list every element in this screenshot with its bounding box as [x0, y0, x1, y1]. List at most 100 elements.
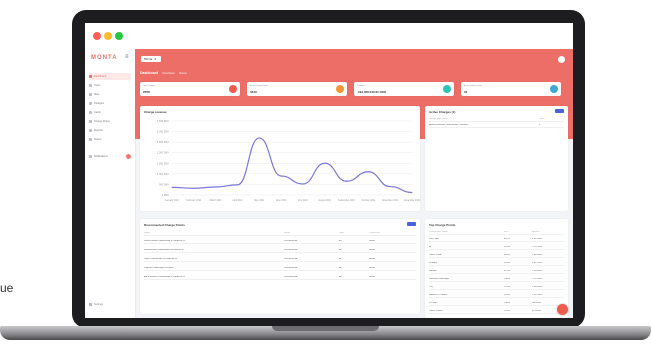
data-point: [346, 180, 348, 182]
x-tick-label: May 2021: [254, 200, 265, 202]
breadcrumb-item-home[interactable]: Home: [179, 71, 187, 75]
table-row[interactable]: Jonas Testlift 488 kr 1,894 kWh: [429, 253, 564, 258]
user-avatar[interactable]: [558, 56, 565, 63]
table-row[interactable]: af tabby 383 kr 1,622 kWh: [429, 261, 564, 266]
table-row[interactable]: Lugas83 Ladestager Fra Hjem Disconnected A…: [144, 266, 416, 271]
subscription-icon: [550, 85, 558, 93]
x-tick-label: February 2021: [186, 199, 202, 202]
plug-icon: [336, 85, 344, 93]
data-point: [324, 162, 326, 164]
table-row[interactable]: Pay Public 482 kr 2,819 kWh: [429, 237, 564, 242]
data-point: [258, 137, 260, 139]
minimize-window-button[interactable]: [104, 32, 112, 40]
stat-card-active-subscriptions: Active Subscriptions 34: [461, 82, 561, 96]
collapse-menu-icon[interactable]: ≡: [125, 54, 129, 60]
breadcrumb-item-overview[interactable]: Overview: [162, 71, 175, 75]
x-tick-label: November 2021: [382, 199, 399, 202]
notification-badge: [126, 154, 131, 159]
team-select[interactable]: Monta ▾: [141, 56, 161, 62]
y-tick-label: 500 DKK: [159, 183, 169, 186]
y-tick-label: 3,000 DKK: [157, 131, 169, 134]
sidebar-item-notifications[interactable]: Notifications: [89, 153, 131, 160]
stat-card-revenue: Revenue -193,356,540.61 DKK: [354, 82, 454, 96]
active-charges-button[interactable]: [555, 109, 564, 113]
sidebar-item-teams[interactable]: Teams: [89, 136, 131, 143]
charge-revenue-title: Charge revenue: [144, 110, 167, 114]
stat-card-total-charges: Total Charges 2058: [140, 82, 240, 96]
sidebar-item-reports[interactable]: Reports: [89, 127, 131, 134]
background-caption-fragment: ue: [0, 281, 14, 295]
x-tick-label: December 2021: [404, 199, 420, 202]
charge-revenue-panel: Charge revenue 3,500 DKK 3,000 DKK 2,500 D…: [140, 106, 420, 211]
main-content: Monta ▾ Dashboard Overview Home Total Cha…: [135, 49, 573, 318]
data-point: [389, 186, 391, 188]
help-chat-button[interactable]: [557, 304, 568, 315]
stat-card-active-charge-points: Active Charge Points 3433: [247, 82, 347, 96]
sidebar-item-sites[interactable]: Sites: [89, 91, 131, 98]
sidebar-item-charge-points[interactable]: Charge Points: [89, 118, 131, 125]
users-icon: [89, 84, 92, 87]
app-logo: MONTA: [91, 55, 118, 61]
table-row[interactable]: Hodson 10 Laneris 255 kr 1,012 kWh: [429, 293, 564, 298]
disconnected-panel: Disconnected Charge Points Name Status T…: [140, 219, 420, 314]
page-title: Dashboard: [140, 71, 159, 75]
data-point: [367, 171, 369, 173]
sidebar-item-settings[interactable]: Settings: [89, 303, 103, 306]
x-tick-label: September 2021: [338, 199, 356, 202]
dashboard-icon: [89, 75, 92, 78]
sidebar: MONTA ≡ Dashboard Users Sites Chargers C…: [85, 49, 136, 318]
active-charges-panel: Active Charges (1) Charge point name Sta…: [425, 106, 568, 211]
table-row[interactable]: Anders Hansens Ladestander i Gårdslev 5: [429, 123, 564, 128]
table-row[interactable]: HT Hub 244 kr 988 kWh: [429, 301, 564, 306]
table-row[interactable]: Kallissa Elbas Ladestander til Gårdslev …: [144, 239, 416, 244]
y-tick-label: 0 DKK: [162, 194, 170, 197]
charger-icon: [89, 102, 92, 105]
table-row[interactable]: Anne Mortens Ladestander til Gårdslev 02…: [144, 275, 416, 280]
app-screen: MONTA ≡ Dashboard Users Sites Chargers C…: [85, 23, 573, 318]
team-icon: [89, 138, 92, 141]
sidebar-item-dashboard[interactable]: Dashboard: [89, 73, 131, 80]
plug-icon: [89, 120, 92, 123]
data-point: [411, 191, 413, 193]
y-tick-label: 1,000 DKK: [157, 173, 169, 176]
y-tick-label: 3,500 DKK: [157, 120, 169, 123]
data-point: [215, 186, 217, 188]
close-window-button[interactable]: [93, 32, 101, 40]
data-point: [193, 187, 195, 189]
table-row[interactable]: Efferenkaster Ladestander til Gårdslev 0…: [144, 248, 416, 253]
money-icon: [443, 85, 451, 93]
disconnected-view-button[interactable]: [407, 222, 416, 226]
top-charge-points-panel: Top Charge Points Charge point name kWh …: [425, 219, 568, 318]
table-row[interactable]: Jonas Testlift 2 219 kr 874 kWh: [429, 309, 564, 314]
x-tick-label: July 2021: [298, 200, 309, 202]
y-tick-label: 2,500 DKK: [157, 141, 169, 144]
zoom-window-button[interactable]: [115, 32, 123, 40]
chevron-down-icon: ▾: [154, 57, 156, 61]
table-header: Name Status Type Connected: [144, 231, 416, 236]
sites-icon: [89, 93, 92, 96]
sidebar-item-users[interactable]: Users: [89, 82, 131, 89]
y-tick-label: 1,500 DKK: [157, 162, 169, 165]
settings-icon: [89, 303, 92, 306]
data-point: [302, 183, 304, 185]
table-row[interactable]: Pay 274 kr 1,098 kWh: [429, 285, 564, 290]
report-icon: [89, 129, 92, 132]
x-tick-label: January 2021: [165, 199, 180, 202]
table-row[interactable]: Jepes Ladestander til Gårdslev 03 Disconn…: [144, 257, 416, 262]
table-row[interactable]: Michaels Ladestager 296 kr 1,210 kWh: [429, 277, 564, 282]
x-tick-label: August 2021: [318, 199, 332, 202]
sidebar-item-chargers[interactable]: Chargers: [89, 100, 131, 107]
x-tick-label: March 2021: [210, 199, 223, 202]
breadcrumb: Dashboard Overview Home: [140, 71, 187, 75]
window-titlebar: [85, 23, 573, 49]
charge-icon: [229, 85, 237, 93]
bell-icon: [89, 155, 92, 158]
table-header: Charge point name Start: [429, 117, 564, 122]
table-row[interactable]: Hf 510 kr 2,211 kWh: [429, 245, 564, 250]
x-tick-label: April 2021: [232, 199, 243, 202]
table-row[interactable]: Baldwin 321 kr 1,404 kWh: [429, 269, 564, 274]
sidebar-item-cards[interactable]: Cards: [89, 109, 131, 116]
data-point: [280, 175, 282, 177]
y-tick-label: 2,000 DKK: [157, 152, 169, 155]
revenue-line-chart: 3,500 DKK 3,000 DKK 2,500 DKK 2,000 DKK 1,50…: [157, 120, 420, 202]
